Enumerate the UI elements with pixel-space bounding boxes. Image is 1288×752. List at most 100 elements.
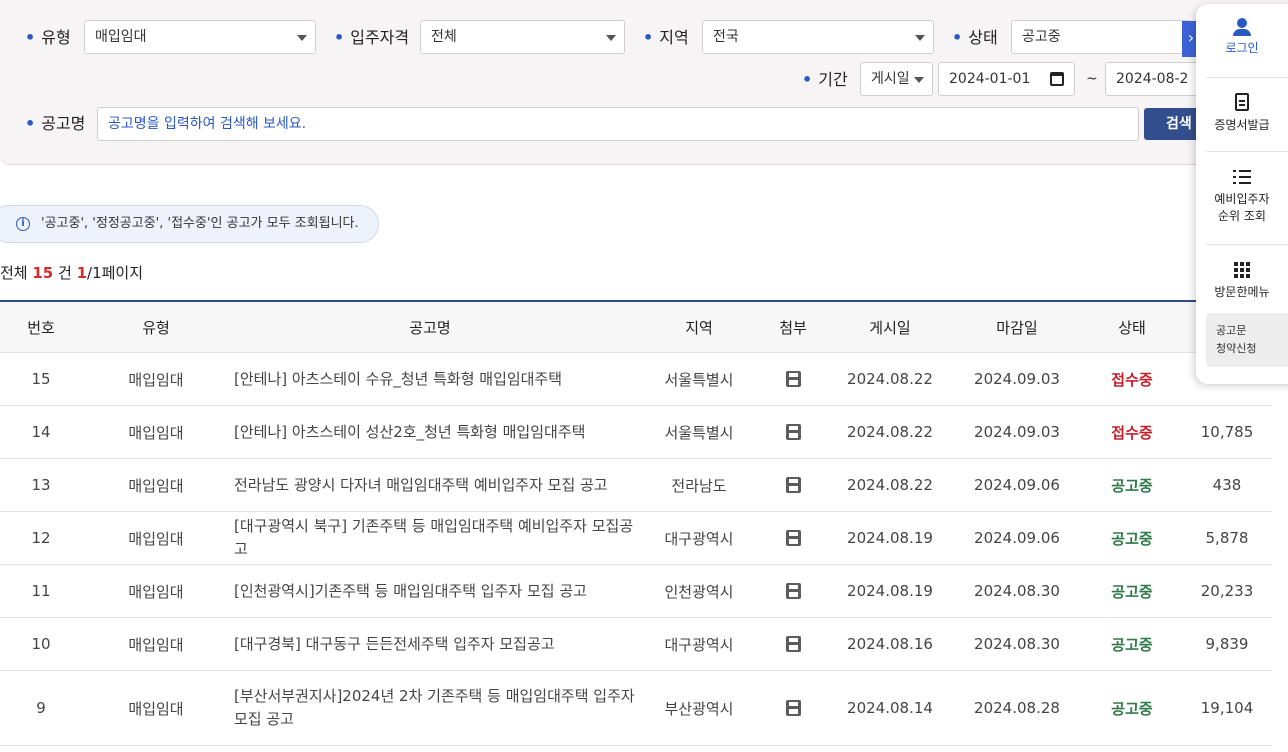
row-no: 12 bbox=[31, 529, 51, 547]
attachment-cell bbox=[758, 406, 828, 458]
title-filter-label: • 공고명 bbox=[25, 114, 86, 133]
search-panel: • 유형 매입임대 • 입주자격 전체 • 지역 전국 • 상태 공고중 › • 기간 게… bbox=[0, 0, 1288, 165]
row-status: 공고중 bbox=[1111, 582, 1153, 601]
calendar-icon[interactable] bbox=[1050, 72, 1064, 86]
row-type: 매입임대 bbox=[128, 529, 184, 548]
table-row[interactable]: 10 매입임대 [대구경북] 대구동구 든든전세주택 입주자 모집공고 대구광역… bbox=[0, 618, 1272, 671]
eligibility-select[interactable]: 전체 bbox=[420, 20, 625, 54]
table-row[interactable]: 14 매입임대 [안테나] 아츠스테이 성산2호_청년 특화형 매입임대주택 서… bbox=[0, 406, 1272, 459]
title-search-input[interactable]: 공고명을 입력하여 검색해 보세요. bbox=[97, 107, 1139, 141]
attachment-cell bbox=[758, 618, 828, 670]
chevron-down-icon bbox=[297, 35, 307, 41]
row-posted: 2024.08.19 bbox=[847, 582, 933, 600]
header-attachment: 첨부 bbox=[779, 318, 807, 337]
visited-menu-list[interactable]: 공고문 청약신청 bbox=[1206, 313, 1288, 367]
save-file-icon[interactable] bbox=[785, 583, 801, 599]
user-icon bbox=[1232, 18, 1252, 36]
row-deadline: 2024.09.06 bbox=[974, 476, 1060, 494]
save-file-icon[interactable] bbox=[785, 424, 801, 440]
row-region: 대구광역시 bbox=[664, 635, 734, 654]
search-button[interactable]: 검색 bbox=[1144, 108, 1200, 140]
header-title: 공고명 bbox=[409, 318, 451, 337]
table-row[interactable]: 11 매입임대 [인천광역시]기존주택 등 매입임대주택 입주자 모집 공고 인… bbox=[0, 565, 1272, 618]
header-region: 지역 bbox=[685, 318, 713, 337]
row-no: 13 bbox=[31, 476, 51, 494]
table-header: 번호 유형 공고명 지역 첨부 게시일 마감일 상태 bbox=[0, 302, 1272, 353]
attachment-cell bbox=[758, 565, 828, 617]
info-icon: i bbox=[16, 217, 30, 231]
save-file-icon[interactable] bbox=[785, 477, 801, 493]
table-row[interactable]: 15 매입임대 [안테나] 아츠스테이 수유_청년 특화형 매입임대주택 서울특… bbox=[0, 353, 1272, 406]
row-deadline: 2024.08.30 bbox=[974, 582, 1060, 600]
row-title-link[interactable]: 전라남도 광양시 다자녀 매입임대주택 예비입주자 모집 공고 bbox=[230, 459, 640, 511]
attachment-cell bbox=[758, 671, 828, 745]
row-type: 매입임대 bbox=[128, 582, 184, 601]
date-range-separator: ~ bbox=[1086, 71, 1098, 87]
info-notice: i '공고중', '정정공고중', '접수중'인 공고가 모두 조회됩니다. bbox=[0, 205, 379, 243]
visited-menu-button[interactable]: 방문한메뉴 bbox=[1196, 262, 1288, 301]
table-row[interactable]: 9 매입임대 [부산서부권지사]2024년 2차 기존주택 등 매입임대주택 입… bbox=[0, 671, 1272, 746]
notice-table: 번호 유형 공고명 지역 첨부 게시일 마감일 상태 15 매입임대 [안테나]… bbox=[0, 300, 1272, 746]
header-status: 상태 bbox=[1118, 318, 1146, 337]
row-type: 매입임대 bbox=[128, 699, 184, 718]
waitlist-rank-button[interactable]: 예비입주자 순위 조회 bbox=[1196, 169, 1288, 225]
row-title-link[interactable]: [안테나] 아츠스테이 성산2호_청년 특화형 매입임대주택 bbox=[230, 406, 640, 458]
row-posted: 2024.08.14 bbox=[847, 699, 933, 717]
row-type: 매입임대 bbox=[128, 423, 184, 442]
row-title-link[interactable]: [안테나] 아츠스테이 수유_청년 특화형 매입임대주택 bbox=[230, 353, 640, 405]
chevron-down-icon bbox=[915, 35, 925, 41]
status-filter-label: • 상태 bbox=[952, 28, 998, 47]
eligibility-filter-label: • 입주자격 bbox=[334, 28, 410, 47]
type-select[interactable]: 매입임대 bbox=[84, 20, 316, 54]
certificate-button[interactable]: 증명서발급 bbox=[1196, 93, 1288, 134]
result-summary: 전체 15 건 1/1페이지 bbox=[0, 264, 144, 282]
row-region: 전라남도 bbox=[671, 476, 727, 495]
save-file-icon[interactable] bbox=[785, 700, 801, 716]
row-no: 11 bbox=[31, 582, 51, 600]
save-file-icon[interactable] bbox=[785, 530, 801, 546]
row-deadline: 2024.08.28 bbox=[974, 699, 1060, 717]
row-views: 9,839 bbox=[1205, 635, 1249, 653]
header-posted: 게시일 bbox=[869, 318, 911, 337]
row-no: 10 bbox=[31, 635, 51, 653]
table-row[interactable]: 12 매입임대 [대구광역시 북구] 기존주택 등 매입임대주택 예비입주자 모… bbox=[0, 512, 1272, 565]
row-title-link[interactable]: [대구경북] 대구동구 든든전세주택 입주자 모집공고 bbox=[230, 618, 640, 670]
region-select[interactable]: 전국 bbox=[702, 20, 934, 54]
row-status: 공고중 bbox=[1111, 635, 1153, 654]
row-status: 공고중 bbox=[1111, 529, 1153, 548]
row-deadline: 2024.08.30 bbox=[974, 635, 1060, 653]
row-region: 서울특별시 bbox=[664, 370, 734, 389]
row-title-link[interactable]: [인천광역시]기존주택 등 매입임대주택 입주자 모집 공고 bbox=[230, 565, 640, 617]
table-row[interactable]: 13 매입임대 전라남도 광양시 다자녀 매입임대주택 예비입주자 모집 공고 … bbox=[0, 459, 1272, 512]
row-title-link[interactable]: [부산서부권지사]2024년 2차 기존주택 등 매입임대주택 입주자 모집 공… bbox=[230, 671, 640, 745]
date-to-input[interactable]: 2024-08-2 bbox=[1105, 62, 1200, 96]
date-from-input[interactable]: 2024-01-01 bbox=[938, 62, 1075, 96]
row-region: 서울특별시 bbox=[664, 423, 734, 442]
row-status: 공고중 bbox=[1111, 476, 1153, 495]
row-title-link[interactable]: [대구광역시 북구] 기존주택 등 매입임대주택 예비입주자 모집공고 bbox=[230, 512, 640, 564]
row-no: 15 bbox=[31, 370, 51, 388]
document-icon bbox=[1235, 93, 1249, 111]
attachment-cell bbox=[758, 353, 828, 405]
row-type: 매입임대 bbox=[128, 476, 184, 495]
row-posted: 2024.08.22 bbox=[847, 370, 933, 388]
row-views: 5,878 bbox=[1205, 529, 1249, 547]
save-file-icon[interactable] bbox=[785, 371, 801, 387]
status-select[interactable]: 공고중 bbox=[1011, 20, 1191, 54]
row-posted: 2024.08.22 bbox=[847, 423, 933, 441]
chevron-down-icon bbox=[914, 77, 924, 83]
quick-menu-divider bbox=[1206, 244, 1288, 245]
save-file-icon[interactable] bbox=[785, 636, 801, 652]
row-views: 20,233 bbox=[1200, 582, 1254, 600]
quick-menu-divider bbox=[1206, 77, 1288, 78]
login-button[interactable]: 로그인 bbox=[1196, 18, 1288, 57]
row-views: 10,785 bbox=[1200, 423, 1254, 441]
row-no: 14 bbox=[31, 423, 51, 441]
period-type-select[interactable]: 게시일 bbox=[860, 62, 933, 96]
row-views: 438 bbox=[1212, 476, 1242, 494]
quick-menu-divider bbox=[1206, 151, 1288, 152]
row-status: 접수중 bbox=[1111, 370, 1153, 389]
row-type: 매입임대 bbox=[128, 635, 184, 654]
grid-icon bbox=[1234, 262, 1250, 278]
row-posted: 2024.08.19 bbox=[847, 529, 933, 547]
